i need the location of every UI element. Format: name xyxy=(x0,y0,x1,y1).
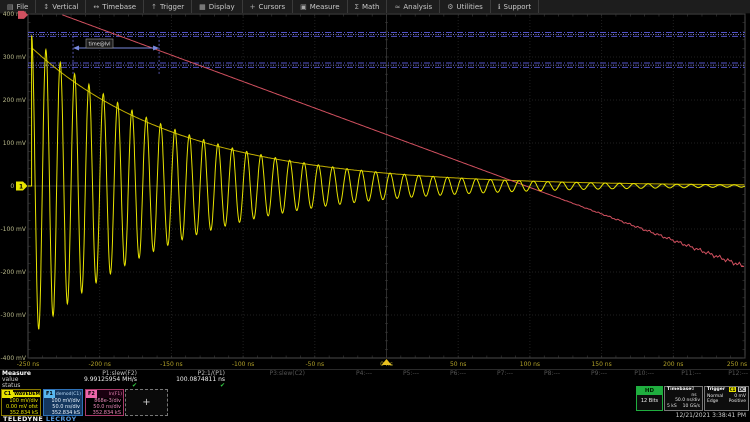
c1-badge: C1 xyxy=(2,390,13,398)
x-axis-label: -100 ns xyxy=(232,361,254,368)
add-trace-button[interactable]: + xyxy=(125,389,168,416)
y-axis-label: 200 mV xyxy=(3,97,27,104)
trigger-box[interactable]: Trigger C1 DC Normal 0 mV Edge Positive xyxy=(704,386,749,411)
x-axis-label: 50 ns xyxy=(450,361,466,368)
f1-badge: F1 xyxy=(44,390,55,398)
descriptor-f1[interactable]: F1 demod(C1) 100 mV/div 50.0 ns/div 352.… xyxy=(43,389,83,416)
descriptor-f2[interactable]: F2 ln(F1) 868e-3/div 50.0 ns/div 352.834… xyxy=(85,389,124,416)
x-axis-label: -200 ns xyxy=(88,361,110,368)
y-axis-label: -300 mV xyxy=(1,312,27,319)
x-axis-label: 150 ns xyxy=(591,361,611,368)
trigger-source-badge: C1 xyxy=(729,387,737,392)
x-axis-label: -150 ns xyxy=(160,361,182,368)
y-axis-label: 300 mV xyxy=(3,54,27,61)
x-axis-label: 250 ns xyxy=(727,361,747,368)
timebase-delay: 0 ns xyxy=(691,387,700,398)
hd-bits: 12 Bits xyxy=(637,395,662,405)
annotation-label: time@lvl xyxy=(88,42,110,48)
f2-badge: F2 xyxy=(86,390,97,398)
brand-lecroy: LECROY xyxy=(46,415,77,422)
oscilloscope-screen: ▤File↕Vertical↔Timebase↑Trigger▦Display+… xyxy=(0,0,750,422)
brand-logo: TELEDYNE LECROY xyxy=(3,415,77,422)
y-axis-label: 100 mV xyxy=(3,140,27,147)
f2-samples: 352.834 kS xyxy=(86,410,123,416)
hd-label: HD xyxy=(637,387,662,395)
timebase-box[interactable]: Timebase 0 ns 50.0 ns/div 5 kS 10 GS/s xyxy=(664,386,703,411)
f1-function: demod(C1) xyxy=(56,392,82,397)
c1-probe-badge: WAVEDEMO xyxy=(13,392,40,397)
descriptor-c1[interactable]: C1 WAVEDEMO 100 mV/div 0.00 mV ofst 352.… xyxy=(1,389,41,416)
plus-icon: + xyxy=(142,397,150,408)
y-axis-label: -200 mV xyxy=(1,269,27,276)
x-axis-label: -50 ns xyxy=(305,361,324,368)
y-axis-label: -100 mV xyxy=(1,226,27,233)
trigger-coupling-badge: DC xyxy=(738,387,746,392)
x-axis-label: 100 ns xyxy=(520,361,540,368)
c1-marker-label: 1 xyxy=(19,183,23,190)
measure-row-labels: Measure value status xyxy=(2,371,31,389)
trigger-type: Edge xyxy=(707,399,718,405)
f2-function: ln(F1) xyxy=(109,392,123,397)
timebase-rate: 10 GS/s xyxy=(683,404,700,410)
waveform-display: 400 mV300 mV200 mV100 mV0 mV-100 mV-200 … xyxy=(0,0,750,370)
timebase-title: Timebase xyxy=(667,387,691,398)
hd-mode-box[interactable]: HD 12 Bits xyxy=(636,386,663,411)
trigger-slope: Positive xyxy=(729,399,746,405)
measure-p1[interactable]: P1:slew(F2)9.99125954 MH/s✔ xyxy=(45,371,137,389)
x-axis-label: 200 ns xyxy=(663,361,683,368)
brand-teledyne: TELEDYNE xyxy=(3,415,43,422)
x-axis-label: -250 ns xyxy=(17,361,39,368)
f2-level-marker[interactable] xyxy=(18,11,28,19)
timestamp: 12/21/2021 3:38:41 PM xyxy=(676,412,746,419)
measure-p2[interactable]: P2:1/(P1)100.0874811 ns✔ xyxy=(133,371,225,389)
timebase-samples: 5 kS xyxy=(667,404,677,410)
